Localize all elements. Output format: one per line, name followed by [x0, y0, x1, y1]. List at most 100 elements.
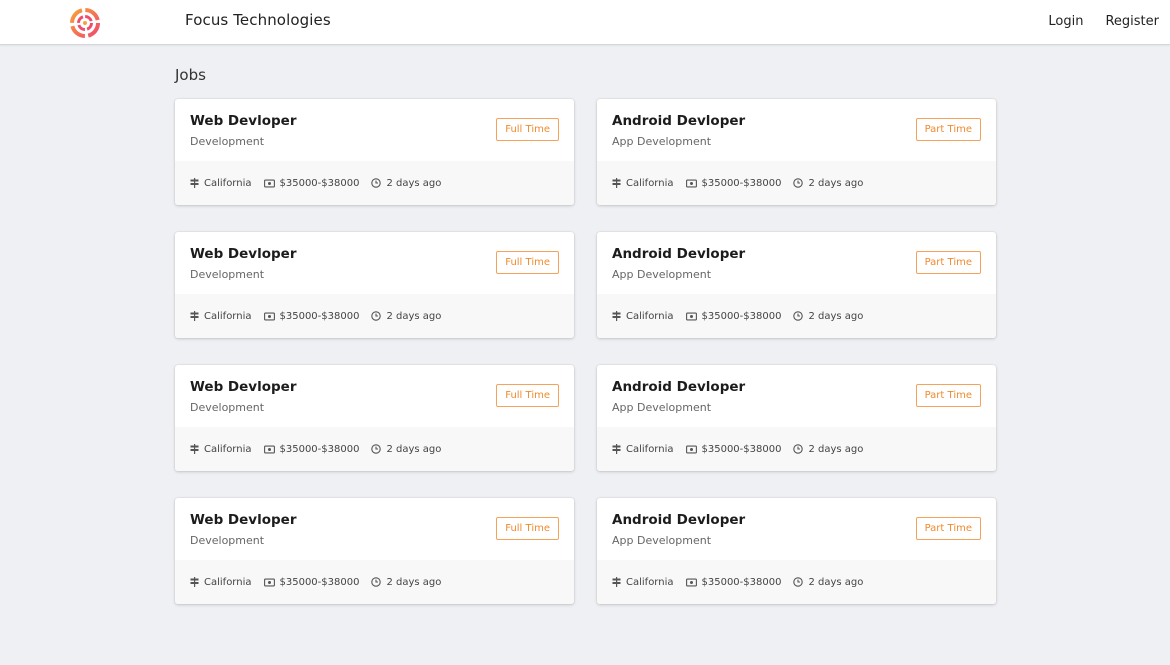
money-icon [263, 445, 275, 453]
job-card[interactable]: Android Devloper App Development Part Ti… [597, 498, 996, 604]
money-icon [263, 578, 275, 586]
money-icon [685, 312, 697, 320]
job-meta: California $35000-$38000 2 days ago [597, 560, 996, 604]
job-salary-text: $35000-$38000 [701, 443, 782, 455]
money-icon [685, 179, 697, 187]
signpost-icon [612, 178, 621, 188]
job-location-text: California [204, 310, 252, 322]
job-salary-text: $35000-$38000 [701, 576, 782, 588]
login-link[interactable]: Login [1048, 14, 1083, 29]
signpost-icon [612, 577, 621, 587]
job-posted-text: 2 days ago [808, 576, 864, 588]
job-posted: 2 days ago [793, 311, 863, 322]
signpost-icon [612, 311, 621, 321]
job-card[interactable]: Android Devloper App Development Part Ti… [597, 99, 996, 205]
job-location: California [190, 311, 252, 322]
job-meta: California $35000-$38000 2 days ago [597, 161, 996, 205]
clock-icon [371, 444, 382, 454]
clock-icon [371, 178, 382, 188]
job-posted: 2 days ago [793, 178, 863, 189]
money-icon [685, 445, 697, 453]
clock-icon [793, 444, 804, 454]
job-posted-text: 2 days ago [386, 443, 442, 455]
register-link[interactable]: Register [1105, 14, 1159, 29]
job-type-badge[interactable]: Part Time [915, 384, 981, 407]
job-posted-text: 2 days ago [808, 443, 864, 455]
job-salary: $35000-$38000 [685, 177, 782, 189]
job-card[interactable]: Android Devloper App Development Part Ti… [597, 232, 996, 338]
job-card-header: Android Devloper App Development Part Ti… [597, 232, 996, 294]
signpost-icon [612, 444, 621, 454]
job-location-text: California [626, 576, 674, 588]
job-salary-text: $35000-$38000 [701, 177, 782, 189]
nav-links: Login Register [1048, 14, 1159, 29]
job-location: California [612, 444, 674, 455]
job-salary: $35000-$38000 [685, 443, 782, 455]
signpost-icon [190, 311, 199, 321]
job-location-text: California [626, 443, 674, 455]
job-salary: $35000-$38000 [263, 443, 360, 455]
signpost-icon [190, 444, 199, 454]
job-card[interactable]: Android Devloper App Development Part Ti… [597, 365, 996, 471]
job-location: California [612, 577, 674, 588]
job-type-badge[interactable]: Full Time [496, 251, 559, 274]
job-card-header: Android Devloper App Development Part Ti… [597, 99, 996, 161]
money-icon [263, 179, 275, 187]
job-type-badge[interactable]: Full Time [496, 118, 559, 141]
brand-name[interactable]: Focus Technologies [185, 11, 331, 29]
job-posted: 2 days ago [371, 178, 441, 189]
job-salary: $35000-$38000 [263, 311, 359, 322]
jobs-grid: Web Devloper Development Full Time Calif… [175, 99, 996, 604]
job-salary-text: $35000-$38000 [701, 310, 782, 322]
job-card-header: Web Devloper Development Full Time [175, 365, 574, 427]
job-card[interactable]: Web Devloper Development Full Time Calif… [175, 498, 574, 604]
job-posted: 2 days ago [371, 444, 441, 455]
job-posted-text: 2 days ago [386, 310, 442, 322]
job-type-badge[interactable]: Full Time [496, 517, 559, 540]
job-meta: California $35000-$38000 2 days ago [597, 427, 996, 471]
job-card-header: Android Devloper App Development Part Ti… [597, 498, 996, 560]
job-card-header: Android Devloper App Development Part Ti… [597, 365, 996, 427]
job-location: California [190, 444, 252, 455]
job-meta: California $35000-$38000 2 days ago [175, 560, 574, 604]
job-location: California [612, 311, 674, 322]
job-type-badge[interactable]: Part Time [915, 251, 981, 274]
money-icon [685, 578, 697, 586]
job-location-text: California [626, 310, 674, 322]
job-location-text: California [626, 177, 674, 189]
page-title: Jobs [175, 66, 206, 84]
job-card[interactable]: Web Devloper Development Full Time Calif… [175, 99, 574, 205]
job-salary: $35000-$38000 [685, 310, 782, 322]
job-salary-text: $35000-$38000 [279, 576, 360, 588]
clock-icon [371, 311, 382, 321]
clock-icon [793, 178, 804, 188]
job-type-badge[interactable]: Full Time [496, 384, 559, 407]
job-salary-text: $35000-$38000 [279, 177, 360, 189]
job-posted: 2 days ago [371, 311, 441, 322]
clock-icon [793, 577, 804, 587]
job-posted-text: 2 days ago [808, 177, 864, 189]
job-location-text: California [204, 576, 252, 588]
job-meta: California $35000-$38000 2 days ago [597, 294, 996, 338]
job-meta: California $35000-$38000 2 days ago [175, 161, 574, 205]
job-posted-text: 2 days ago [808, 310, 864, 322]
job-posted: 2 days ago [793, 577, 863, 588]
job-card[interactable]: Web Devloper Development Full Time Calif… [175, 232, 574, 338]
job-salary-text: $35000-$38000 [279, 443, 360, 455]
job-type-badge[interactable]: Part Time [915, 118, 981, 141]
job-posted-text: 2 days ago [386, 177, 442, 189]
job-location: California [612, 178, 674, 189]
money-icon [263, 312, 275, 320]
clock-icon [793, 311, 804, 321]
signpost-icon [190, 178, 199, 188]
job-location-text: California [204, 443, 252, 455]
job-salary: $35000-$38000 [263, 177, 360, 189]
job-meta: California $35000-$38000 2 days ago [175, 294, 574, 338]
target-logo-icon[interactable] [69, 7, 101, 39]
job-posted: 2 days ago [371, 577, 441, 588]
job-card-header: Web Devloper Development Full Time [175, 498, 574, 560]
job-meta: California $35000-$38000 2 days ago [175, 427, 574, 471]
job-type-badge[interactable]: Part Time [915, 517, 981, 540]
job-card[interactable]: Web Devloper Development Full Time Calif… [175, 365, 574, 471]
clock-icon [371, 577, 382, 587]
